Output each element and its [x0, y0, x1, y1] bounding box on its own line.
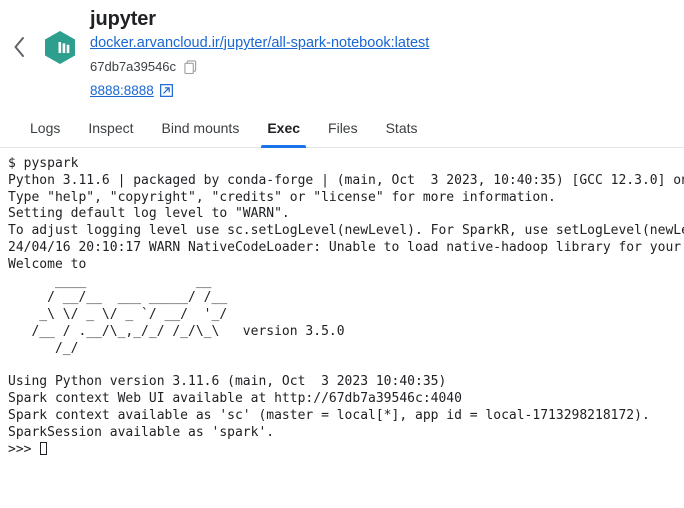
- tab-inspect[interactable]: Inspect: [74, 108, 147, 147]
- terminal-prompt-symbol: >>>: [8, 441, 32, 457]
- tab-stats[interactable]: Stats: [372, 108, 432, 147]
- tab-bind-mounts[interactable]: Bind mounts: [148, 108, 254, 147]
- page-title: jupyter: [90, 8, 156, 30]
- copy-icon[interactable]: [184, 59, 197, 74]
- tab-files[interactable]: Files: [314, 108, 372, 147]
- tab-exec[interactable]: Exec: [253, 108, 314, 148]
- container-id-row: 67db7a39546c: [90, 57, 684, 76]
- exec-terminal[interactable]: $ pyspark Python 3.11.6 | packaged by co…: [0, 148, 684, 508]
- container-header-info: jupyter docker.arvancloud.ir/jupyter/all…: [82, 6, 684, 100]
- chevron-left-icon: [12, 36, 26, 58]
- container-port-row: 8888:8888: [90, 81, 684, 100]
- container-tab-bar: Logs Inspect Bind mounts Exec Files Stat…: [0, 108, 684, 148]
- terminal-prompt-line: >>>: [8, 441, 684, 459]
- terminal-cursor: [40, 441, 48, 455]
- container-cube-icon: [38, 6, 82, 64]
- container-image-link[interactable]: docker.arvancloud.ir/jupyter/all-spark-n…: [90, 33, 429, 53]
- back-button[interactable]: [0, 6, 38, 58]
- external-link-icon[interactable]: [159, 84, 173, 97]
- terminal-output: $ pyspark Python 3.11.6 | packaged by co…: [8, 156, 684, 440]
- container-header: jupyter docker.arvancloud.ir/jupyter/all…: [0, 0, 684, 108]
- container-id-value: 67db7a39546c: [90, 59, 177, 74]
- port-mapping-link[interactable]: 8888:8888: [90, 81, 154, 100]
- tab-logs[interactable]: Logs: [16, 108, 74, 147]
